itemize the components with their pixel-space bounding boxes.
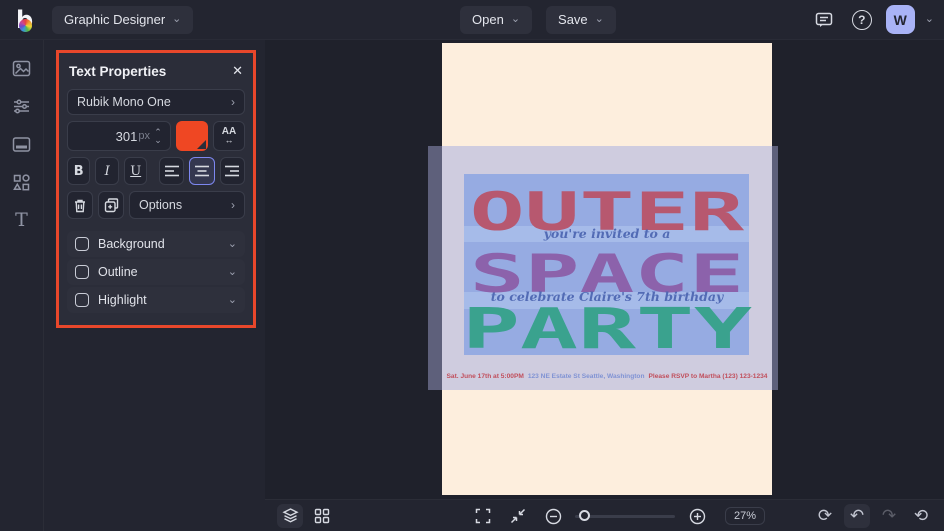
align-right-button[interactable] (219, 157, 245, 185)
outline-checkbox[interactable] (75, 265, 89, 279)
highlight-toggle-row[interactable]: Highlight ⌄ (67, 287, 245, 313)
befunky-logo-icon[interactable]: b (10, 5, 40, 35)
history-button[interactable]: ⟲ (908, 504, 934, 528)
zoom-level-badge[interactable]: 27% (725, 507, 766, 525)
poster-details-line[interactable]: Sat. June 17th at 5:00PM 123 NE Estate St… (442, 373, 772, 380)
history-icon: ⟲ (913, 505, 929, 526)
letter-spacing-button[interactable]: AA ↔ (213, 121, 245, 151)
align-right-icon (225, 165, 240, 177)
help-icon[interactable]: ? (848, 6, 876, 34)
outline-toggle-row[interactable]: Outline ⌄ (67, 259, 245, 285)
top-right-actions: ? W ⌄ (810, 5, 934, 34)
poster-title-line-3[interactable]: PARTY (323, 302, 891, 358)
panel-area: Text Properties ✕ Rubik Mono One › 301 p… (44, 40, 265, 531)
delete-button[interactable] (67, 191, 93, 219)
align-left-button[interactable] (159, 157, 185, 185)
chevron-right-icon: › (231, 95, 235, 109)
file-actions: Open ⌄ Save ⌄ (460, 5, 616, 34)
account-chevron-down-icon[interactable]: ⌄ (925, 14, 934, 25)
align-center-icon (195, 165, 210, 177)
background-checkbox[interactable] (75, 237, 89, 251)
save-button[interactable]: Save ⌄ (546, 5, 616, 34)
sidebar-item-graphics-shapes[interactable] (10, 170, 34, 194)
app-mode-label: Graphic Designer (64, 12, 166, 27)
fit-to-screen-icon (510, 508, 526, 524)
sidebar-item-templates[interactable] (10, 132, 34, 156)
poster-script-line-1[interactable]: you're invited to a (442, 226, 772, 241)
chevron-down-icon[interactable]: ⌄ (228, 266, 237, 278)
open-button[interactable]: Open ⌄ (460, 5, 533, 34)
stepper-down-icon[interactable]: ⌄ (154, 136, 162, 145)
horizontal-arrows-icon: ↔ (224, 135, 234, 145)
font-size-stepper[interactable]: ⌃ ⌄ (150, 128, 166, 145)
color-wheel-icon (19, 18, 32, 32)
undo-icon: ↶ (849, 505, 865, 526)
panel-title: Text Properties (69, 63, 167, 79)
top-bar: b Graphic Designer ⌄ Open ⌄ Save ⌄ (0, 0, 944, 40)
sidebar-item-text-tool[interactable]: T (10, 208, 34, 232)
duplicate-button[interactable] (98, 191, 124, 219)
refresh-icon: ⟳ (817, 505, 833, 526)
app-window: b Graphic Designer ⌄ Open ⌄ Save ⌄ (0, 0, 944, 531)
fullscreen-icon (475, 508, 491, 524)
trash-icon (75, 199, 85, 212)
feedback-chat-icon[interactable] (810, 6, 838, 34)
minus-circle-icon (545, 508, 561, 524)
duplicate-icon (104, 197, 118, 212)
sidebar-item-image-manager[interactable] (10, 56, 34, 80)
underline-button[interactable]: U (123, 157, 148, 185)
swatch-fold-icon (197, 140, 206, 149)
user-avatar[interactable]: W (885, 5, 915, 34)
layers-icon (281, 508, 299, 523)
background-toggle-row[interactable]: Background ⌄ (67, 231, 245, 257)
pages-grid-button[interactable] (309, 504, 335, 528)
text-properties-panel: Text Properties ✕ Rubik Mono One › 301 p… (56, 50, 256, 328)
highlight-checkbox[interactable] (75, 293, 89, 307)
font-name: Rubik Mono One (77, 95, 171, 109)
fit-to-screen-button[interactable] (505, 504, 531, 528)
font-family-selector[interactable]: Rubik Mono One › (67, 89, 245, 115)
tool-sidebar: T (0, 40, 44, 531)
bottom-toolbar: 27% ⟳ ↶ ↷ ⟲ (265, 499, 944, 531)
undo-button[interactable]: ↶ (844, 504, 870, 528)
canvas-viewport[interactable]: OUTER you're invited to a SPACE to celeb… (265, 40, 944, 499)
plus-circle-icon (689, 508, 705, 524)
layers-button[interactable] (277, 503, 303, 528)
grid-icon (314, 508, 330, 523)
zoom-slider-handle[interactable] (579, 509, 590, 521)
fullscreen-button[interactable] (470, 504, 496, 528)
font-size-input[interactable]: 301 px ⌃ ⌄ (67, 121, 171, 151)
italic-button[interactable]: I (95, 157, 119, 185)
align-center-button[interactable] (189, 157, 215, 185)
chevron-right-icon: › (231, 198, 235, 212)
zoom-slider[interactable] (575, 509, 675, 521)
close-icon[interactable]: ✕ (232, 63, 243, 79)
sidebar-item-edit-adjust[interactable] (10, 94, 34, 118)
chevron-down-icon: ⌄ (172, 13, 182, 25)
app-mode-dropdown[interactable]: Graphic Designer ⌄ (52, 5, 194, 34)
redo-icon: ↷ (881, 505, 897, 526)
chevron-down-icon[interactable]: ⌄ (228, 294, 237, 306)
text-color-swatch[interactable] (176, 121, 208, 151)
bold-button[interactable]: B (67, 157, 91, 185)
zoom-in-button[interactable] (684, 504, 710, 528)
chevron-down-icon: ⌄ (510, 13, 521, 25)
reset-button[interactable]: ⟳ (812, 504, 838, 528)
zoom-out-button[interactable] (540, 504, 566, 528)
align-left-icon (164, 165, 179, 177)
redo-button[interactable]: ↷ (876, 504, 902, 528)
chevron-down-icon[interactable]: ⌄ (228, 238, 237, 250)
chevron-down-icon: ⌄ (594, 13, 604, 25)
options-dropdown[interactable]: Options › (129, 191, 245, 219)
